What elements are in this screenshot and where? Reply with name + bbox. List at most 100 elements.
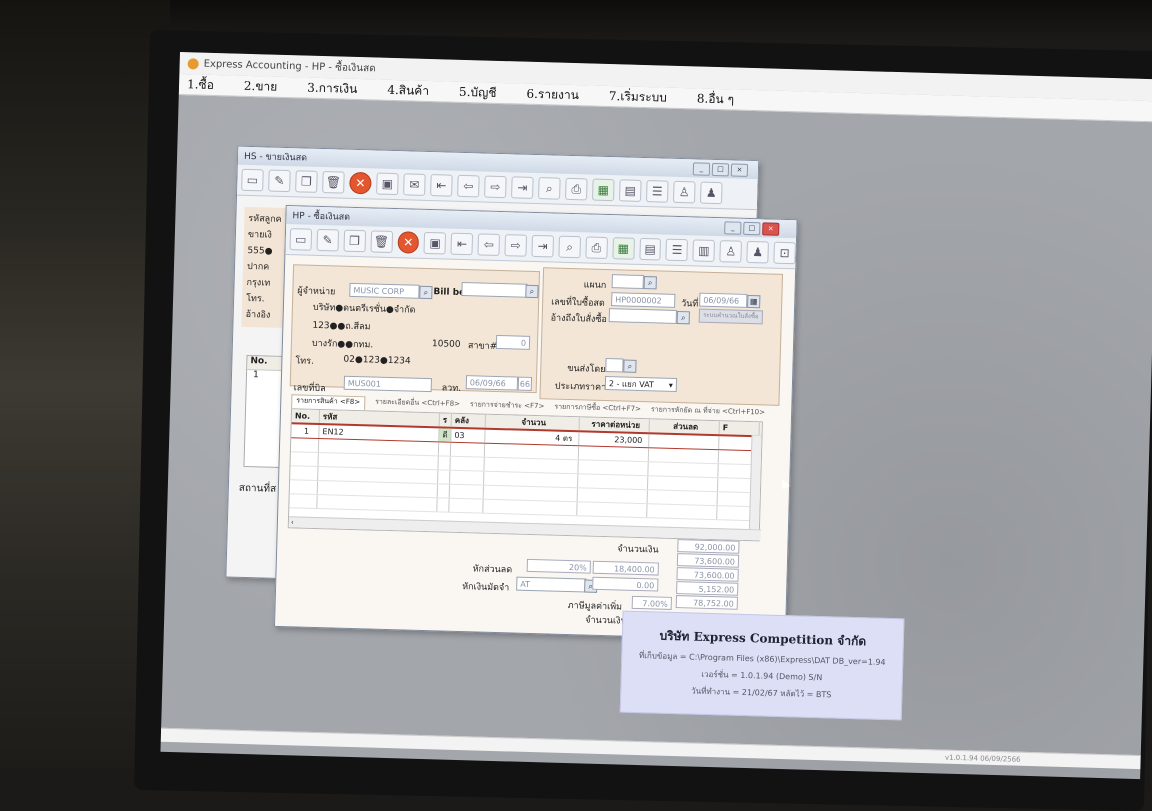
maximize-button[interactable]: □ — [743, 221, 761, 236]
calendar-icon[interactable]: ▦ — [747, 294, 761, 309]
copy-icon[interactable]: ❐ — [295, 170, 318, 193]
document-pane: แผนก ⌕ เลขที่ใบซื้อสด HP0000002 วันที่ 0… — [539, 267, 784, 406]
menu-product[interactable]: 4.สินค้า — [387, 80, 429, 100]
ship-search-icon[interactable]: ⌕ — [623, 359, 637, 373]
calc-icon[interactable]: ▤ — [619, 179, 642, 202]
lock-icon[interactable]: ⊡ — [773, 241, 796, 265]
net-total-field[interactable]: 78,752.00 — [675, 595, 739, 610]
prev-record-icon[interactable]: ⇦ — [457, 174, 480, 198]
new-doc-icon[interactable]: ▭ — [289, 228, 313, 251]
items-grid[interactable]: No. รหัส ร คลัง จำนวน ราคาต่อหน่วย ส่วนล… — [287, 408, 763, 542]
cell-r[interactable]: ดี — [439, 428, 452, 442]
search-icon[interactable]: ⌕ — [558, 235, 581, 259]
col-unit-price[interactable]: ราคาต่อหน่วย — [579, 417, 650, 433]
vat-amount-field[interactable]: 5,152.00 — [676, 581, 739, 596]
after-discount-field[interactable]: 73,600.00 — [676, 553, 740, 568]
deposit-amt-field[interactable]: 0.00 — [592, 576, 659, 592]
cancel-icon[interactable]: ✕ — [397, 231, 420, 254]
next-record-icon[interactable]: ⇨ — [484, 175, 507, 199]
cell-qty[interactable]: 4 ตร — [485, 429, 580, 446]
vertical-scrollbar[interactable] — [748, 435, 762, 530]
user-icon[interactable]: ♟ — [699, 181, 723, 205]
delete-icon[interactable]: 🗑 — [322, 171, 345, 194]
prev-record-icon[interactable]: ⇦ — [477, 233, 501, 257]
date-field[interactable]: 06/09/66 — [699, 292, 748, 308]
bill-be-search-icon[interactable]: ⌕ — [525, 284, 539, 299]
bill-be-field[interactable] — [461, 281, 528, 298]
cell-warehouse[interactable]: 03 — [451, 428, 486, 443]
cancel-icon[interactable]: ✕ — [349, 171, 372, 195]
list-icon[interactable]: ☰ — [665, 238, 689, 262]
dept-search-icon[interactable]: ⌕ — [643, 276, 657, 290]
menu-finance[interactable]: 3.การเงิน — [307, 78, 358, 98]
print-icon[interactable]: ⎙ — [585, 236, 608, 260]
close-button[interactable]: × — [762, 222, 780, 236]
price-type-select[interactable]: 2 - แยก VAT ▾ — [604, 375, 678, 393]
col-r[interactable]: ร — [439, 413, 453, 427]
discount-amt-field[interactable]: 18,400.00 — [592, 560, 659, 576]
save-icon[interactable]: ▣ — [376, 172, 399, 196]
last-record-icon[interactable]: ⇥ — [511, 176, 534, 199]
horizontal-scrollbar[interactable]: ‹ — [288, 516, 761, 541]
edit-icon[interactable]: ✎ — [268, 169, 291, 193]
next-record-icon[interactable]: ⇨ — [504, 234, 528, 257]
cell-unit-price[interactable]: 23,000 — [579, 432, 650, 448]
maximize-button[interactable]: □ — [711, 162, 730, 177]
billdate-extra-field[interactable]: 66 — [517, 376, 533, 391]
report-icon[interactable]: ▦ — [612, 237, 635, 260]
menu-setup[interactable]: 7.เริ่มระบบ — [609, 86, 668, 107]
billdate-field[interactable]: 06/09/66 — [465, 375, 519, 391]
col-qty[interactable]: จำนวน — [485, 414, 580, 431]
doc-no-field[interactable]: HP0000002 — [611, 292, 676, 308]
chevron-down-icon: ▾ — [668, 380, 674, 390]
close-button[interactable]: × — [730, 163, 749, 177]
deposit-code-field[interactable]: AT — [516, 576, 587, 593]
cell-no[interactable]: 1 — [291, 424, 320, 439]
net-before-vat-field[interactable]: 73,600.00 — [676, 567, 739, 582]
menu-sale[interactable]: 2.ขาย — [244, 76, 278, 96]
total-field[interactable]: 92,000.00 — [677, 539, 740, 554]
cell-discount[interactable] — [649, 434, 720, 450]
col-code[interactable]: รหัส — [319, 410, 441, 427]
ship-field[interactable] — [605, 358, 624, 373]
minimize-button[interactable]: _ — [724, 221, 742, 235]
dept-field[interactable] — [611, 274, 644, 290]
stamp-icon[interactable]: ♙ — [719, 240, 743, 263]
copy-icon[interactable]: ❐ — [343, 229, 366, 253]
calc-icon[interactable]: ▤ — [638, 237, 662, 261]
supplier-search-icon[interactable]: ⌕ — [419, 285, 433, 300]
stamp-icon[interactable]: ♙ — [672, 180, 696, 204]
user-icon[interactable]: ♟ — [746, 240, 769, 264]
col-discount[interactable]: ส่วนลด — [649, 419, 720, 435]
edit-icon[interactable]: ✎ — [316, 228, 339, 252]
menu-account[interactable]: 5.บัญชี — [459, 82, 497, 102]
list-icon[interactable]: ☰ — [645, 180, 669, 203]
new-doc-icon[interactable]: ▭ — [241, 168, 264, 192]
col-f[interactable]: F — [719, 421, 760, 436]
supplier-code-field[interactable]: MUSIC CORP — [349, 282, 420, 299]
print-icon[interactable]: ⎙ — [565, 177, 588, 201]
col-warehouse[interactable]: คลัง — [451, 413, 486, 428]
menu-purchase[interactable]: 1.ซื้อ — [187, 75, 214, 95]
col-no[interactable]: No. — [291, 409, 321, 424]
search-icon[interactable]: ⌕ — [538, 177, 561, 200]
first-record-icon[interactable]: ⇤ — [430, 174, 453, 197]
vat-rate-field[interactable]: 7.00% — [631, 595, 672, 610]
cash-purchase-controls: _ □ × — [724, 221, 780, 236]
save-icon[interactable]: ▣ — [423, 231, 447, 255]
menu-other[interactable]: 8.อื่น ๆ — [697, 89, 735, 109]
billno-field[interactable]: MUS001 — [343, 375, 432, 393]
minimize-button[interactable]: _ — [692, 162, 711, 176]
first-record-icon[interactable]: ⇤ — [450, 232, 474, 256]
po-search-icon[interactable]: ⌕ — [676, 310, 690, 325]
branch-field[interactable]: 0 — [495, 334, 531, 350]
po-field[interactable] — [608, 308, 677, 324]
report-icon[interactable]: ▦ — [592, 178, 615, 202]
last-record-icon[interactable]: ⇥ — [531, 234, 554, 258]
attach-icon[interactable]: ✉ — [403, 173, 426, 196]
po-calc-button[interactable]: ระบบคำนวณใบสั่งซื้อ — [698, 308, 764, 325]
discount-pct-field[interactable]: 20% — [526, 558, 591, 574]
delete-icon[interactable]: 🗑 — [370, 230, 393, 253]
table-icon[interactable]: ▥ — [692, 239, 716, 263]
menu-report[interactable]: 6.รายงาน — [526, 84, 579, 104]
